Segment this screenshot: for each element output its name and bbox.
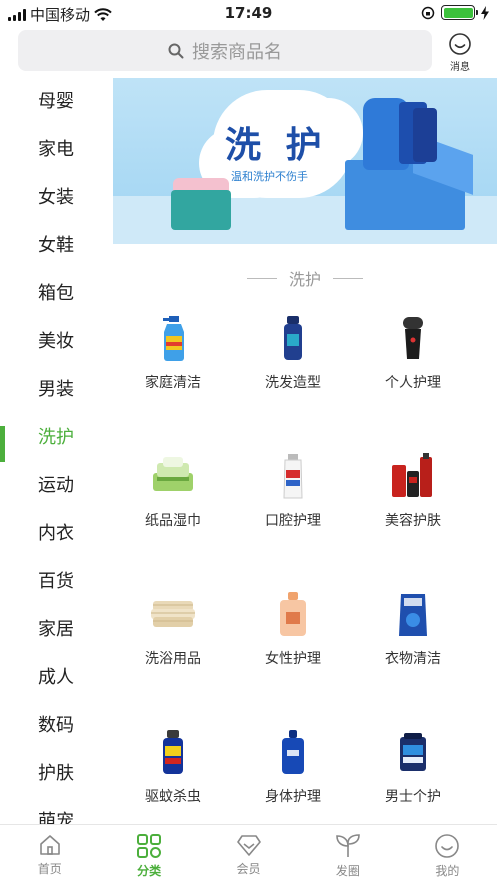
divider-left [246, 277, 277, 279]
sidebar-item[interactable]: 男装 [0, 366, 112, 414]
shampoo-bottle-icon [265, 312, 321, 364]
message-smile-icon [449, 33, 471, 55]
sidebar-item[interactable]: 百货 [0, 558, 112, 606]
sidebar-item[interactable]: 母婴 [0, 78, 112, 126]
battery-icon [441, 5, 478, 20]
tab-label: 发圈 [335, 864, 360, 878]
subcategory-item[interactable]: 纸品湿巾 [113, 450, 233, 588]
status-right [421, 5, 489, 20]
tissue-pack-icon [145, 450, 201, 502]
message-button[interactable]: 消息 [440, 32, 480, 73]
insect-spray-icon [145, 726, 201, 778]
battery-fill [443, 7, 473, 18]
category-sidebar: 母婴 家电 女装 女鞋 箱包 美妆 男装 洗护 运动 内衣 百货 家居 成人 数码 护肤 萌宠 [0, 78, 112, 824]
subcategory-item[interactable]: 个人护理 [353, 312, 473, 450]
subcategory-label: 洗发造型 [265, 375, 321, 391]
section-title: 洗护 [113, 266, 497, 290]
tab-category-grid[interactable]: 分类 [99, 825, 198, 883]
search-placeholder: 搜索商品名 [192, 41, 282, 63]
subcategory-label: 驱蚊杀虫 [145, 789, 201, 805]
subcategory-label: 男士个护 [385, 789, 441, 805]
sidebar-item[interactable]: 护肤 [0, 750, 112, 798]
sidebar-item[interactable]: 内衣 [0, 510, 112, 558]
subcategory-label: 身体护理 [265, 789, 321, 805]
category-grid-icon [136, 833, 162, 862]
search-icon [168, 43, 184, 58]
sidebar-item[interactable]: 美妆 [0, 318, 112, 366]
subcategory-label: 口腔护理 [265, 513, 321, 529]
subcategory-label: 个人护理 [385, 375, 441, 391]
subcategory-item[interactable]: 洗浴用品 [113, 588, 233, 726]
tab-home[interactable]: 首页 [0, 825, 99, 883]
sidebar-item[interactable]: 萌宠 [0, 798, 112, 824]
subcategory-label: 美容护肤 [385, 513, 441, 529]
tab-label: 我的 [435, 864, 460, 878]
charging-icon [481, 5, 489, 20]
sidebar-item[interactable]: 家电 [0, 126, 112, 174]
section-title-text: 洗护 [288, 270, 321, 289]
subcategory-item[interactable]: 家庭清洁 [113, 312, 233, 450]
shaver-icon [385, 312, 441, 364]
subcategory-label: 洗浴用品 [145, 651, 201, 667]
sidebar-item[interactable]: 运动 [0, 462, 112, 510]
feminine-care-bottle-icon [265, 588, 321, 640]
tab-label: 会员 [236, 862, 261, 876]
subcategory-item[interactable]: 口腔护理 [233, 450, 353, 588]
home-icon [38, 833, 62, 860]
tab-sprout[interactable]: 发圈 [298, 825, 397, 883]
towel-icon [145, 588, 201, 640]
message-label: 消息 [450, 62, 470, 73]
status-bar: 中国移动 17:49 [0, 0, 497, 26]
divider-right [333, 277, 363, 279]
banner-subtitle: 温和洗护不伤手 [231, 170, 308, 183]
sidebar-item[interactable]: 家居 [0, 606, 112, 654]
tab-label: 分类 [137, 864, 162, 878]
subcategory-label: 女性护理 [265, 651, 321, 667]
subcategory-label: 衣物清洁 [385, 651, 441, 667]
skincare-set-icon [385, 450, 441, 502]
subcategory-label: 家庭清洁 [145, 375, 201, 391]
smile-face-icon [434, 833, 460, 862]
subcategory-item[interactable]: 女性护理 [233, 588, 353, 726]
laundry-detergent-icon [385, 588, 441, 640]
subcategory-grid: 家庭清洁 洗发造型 个人护理纸品湿巾 口腔护理 美容护肤洗浴用品 女性护理 衣物清洁驱蚊杀虫… [113, 312, 497, 864]
sidebar-item[interactable]: 箱包 [0, 270, 112, 318]
sidebar-item[interactable]: 女装 [0, 174, 112, 222]
banner-title: 洗 护 [225, 125, 328, 166]
search-input[interactable]: 搜索商品名 [18, 30, 432, 71]
tab-smile-face[interactable]: 我的 [398, 825, 497, 883]
body-lotion-icon [265, 726, 321, 778]
diamond-icon [236, 833, 262, 860]
subcategory-item[interactable]: 美容护肤 [353, 450, 473, 588]
subcategory-item[interactable]: 衣物清洁 [353, 588, 473, 726]
subcategory-label: 纸品湿巾 [145, 513, 201, 529]
basket-image [171, 190, 231, 230]
sidebar-item[interactable]: 成人 [0, 654, 112, 702]
tab-diamond[interactable]: 会员 [199, 825, 298, 883]
subcategory-item[interactable]: 洗发造型 [233, 312, 353, 450]
toothpaste-icon [265, 450, 321, 502]
sidebar-item[interactable]: 女鞋 [0, 222, 112, 270]
tab-label: 首页 [37, 862, 62, 876]
tab-bar: 首页 分类 会员 发圈 我的 [0, 824, 497, 883]
sprout-icon [335, 833, 361, 862]
sidebar-item[interactable]: 数码 [0, 702, 112, 750]
promo-banner[interactable]: 洗 护 温和洗护不伤手 [113, 78, 497, 244]
sidebar-item[interactable]: 洗护 [0, 414, 112, 462]
spray-bottle-icon [145, 312, 201, 364]
mens-facewash-icon [385, 726, 441, 778]
orientation-lock-icon [421, 6, 435, 19]
